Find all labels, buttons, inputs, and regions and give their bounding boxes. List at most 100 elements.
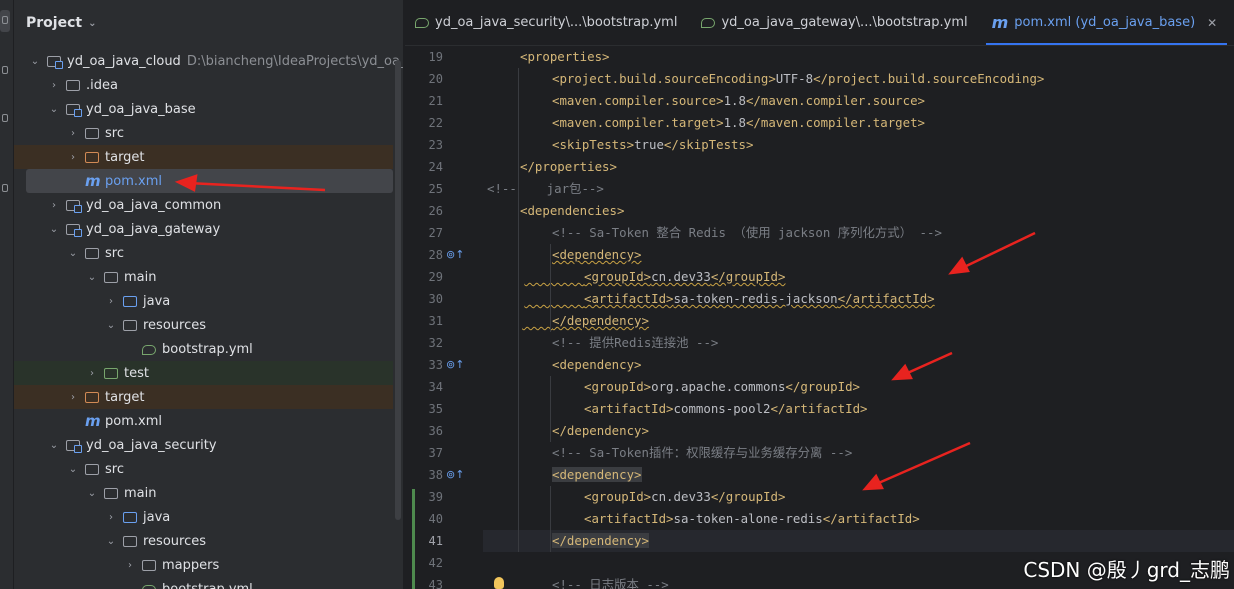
tree-item[interactable]: bootstrap.yml [14,577,393,589]
code-line[interactable]: <dependency> [483,354,1234,376]
code-line[interactable]: <artifactId>sa-token-alone-redis</artifa… [483,508,1234,530]
tree-item[interactable]: › target [14,385,393,409]
tree-item[interactable]: ⌄ src [14,241,393,265]
folder-icon [85,462,101,476]
code-text: UTF-8 [775,71,814,86]
chevron-right-icon[interactable]: › [47,80,61,91]
chevron-right-icon[interactable]: › [47,200,61,211]
chevron-down-icon[interactable]: ⌄ [47,440,61,451]
tree-item[interactable]: ⌄ yd_oa_java_gateway [14,217,393,241]
project-scrollbar[interactable] [395,60,401,520]
test-folder-icon [104,366,120,380]
line-number: 19 [428,50,443,64]
line-number: 33 [428,358,443,372]
code-area[interactable]: <properties> <project.build.sourceEncodin… [483,46,1234,589]
tree-item[interactable]: › java [14,505,393,529]
tree-item[interactable]: m pom.xml [14,409,393,433]
editor-tab[interactable]: yd_oa_java_security\...\bootstrap.yml [405,0,691,45]
editor-tab[interactable]: yd_oa_java_gateway\...\bootstrap.yml [691,0,981,45]
code-line[interactable]: </properties> [483,156,1234,178]
project-tool-button[interactable] [0,10,10,32]
tree-item[interactable]: › src [14,121,393,145]
tree-item[interactable]: › mappers [14,553,393,577]
code-line[interactable]: <artifactId>sa-token-redis-jackson</arti… [483,288,1234,310]
tree-item-text: main [124,485,157,501]
chevron-right-icon[interactable]: › [66,128,80,139]
tree-item[interactable]: › java [14,289,393,313]
code-line[interactable]: <maven.compiler.source>1.8</maven.compil… [483,90,1234,112]
tree-item[interactable]: › .idea [14,73,393,97]
chevron-right-icon[interactable]: › [104,512,118,523]
chevron-down-icon[interactable]: ⌄ [104,536,118,547]
dependency-gutter-icon[interactable]: ⊚↑ [446,468,464,482]
code-line[interactable]: <groupId>org.apache.commons</groupId> [483,376,1234,398]
code-line[interactable]: <artifactId>commons-pool2</artifactId> [483,398,1234,420]
xml-tag: </artifactId> [770,401,868,416]
code-line[interactable]: <dependencies> [483,200,1234,222]
code-text: cn.dev33 [651,269,711,284]
chevron-down-icon[interactable]: ⌄ [66,464,80,475]
more-tools-icon[interactable] [2,184,8,192]
code-line[interactable]: <!-- Sa-Token 整合 Redis （使用 jackson 序列化方式… [483,222,1234,244]
bookmarks-icon[interactable] [2,114,8,122]
chevron-down-icon[interactable]: ⌄ [66,248,80,259]
code-line[interactable]: <groupId>cn.dev33</groupId> [483,486,1234,508]
tree-item-label: main [124,270,156,285]
chevron-down-icon[interactable]: ⌄ [85,272,99,283]
code-line[interactable]: <maven.compiler.target>1.8</maven.compil… [483,112,1234,134]
xml-tag: <groupId> [584,379,652,394]
code-line[interactable]: <!-- 提供Redis连接池 --> [483,332,1234,354]
chevron-right-icon[interactable]: › [123,560,137,571]
structure-icon[interactable] [2,66,8,74]
tree-item[interactable]: bootstrap.yml [14,337,393,361]
code-line[interactable]: <dependency> [483,464,1234,486]
tree-item[interactable]: ⌄ main [14,481,393,505]
yml-icon [701,17,716,28]
code-line[interactable]: </dependency> [483,530,1234,552]
tree-item[interactable]: ⌄ resources [14,529,393,553]
code-line[interactable]: <skipTests>true</skipTests> [483,134,1234,156]
code-line[interactable]: </dependency> [483,420,1234,442]
dependency-gutter-icon[interactable]: ⊚↑ [446,248,464,262]
code-line[interactable]: </dependency> [483,310,1234,332]
tree-item[interactable]: › yd_oa_java_common [14,193,393,217]
tree-item-label: yd_oa_java_cloud D:\biancheng\IdeaProject… [67,54,403,69]
chevron-down-icon[interactable]: ⌄ [47,224,61,235]
tree-item[interactable]: › test [14,361,393,385]
chevron-right-icon[interactable]: › [66,392,80,403]
project-panel-header[interactable]: Project ⌄ [14,0,403,46]
chevron-down-icon[interactable]: ⌄ [104,320,118,331]
close-icon[interactable]: ✕ [1207,16,1217,30]
editor-tab[interactable]: m pom.xml (yd_oa_java_base) ✕ [982,0,1232,45]
tab-label: yd_oa_java_security\...\bootstrap.yml [435,15,678,30]
code-line[interactable]: <groupId>cn.dev33</groupId> [483,266,1234,288]
tree-item[interactable]: ⌄ src [14,457,393,481]
tree-item[interactable]: ⌄ resources [14,313,393,337]
xml-tag: </dependency> [552,423,649,438]
chevron-right-icon[interactable]: › [66,152,80,163]
code-line[interactable]: <project.build.sourceEncoding>UTF-8</pro… [483,68,1234,90]
tree-item-label: bootstrap.yml [162,342,253,357]
xml-tag: </maven.compiler.target> [745,115,926,130]
code-line[interactable]: <dependency> [483,244,1234,266]
code-line[interactable]: <properties> [483,46,1234,68]
tree-item-label: yd_oa_java_security [86,438,217,453]
chevron-down-icon[interactable]: ⌄ [28,56,42,67]
line-number: 31 [428,314,443,328]
code-line[interactable]: <!-- Sa-Token插件：权限缓存与业务缓存分离 --> [483,442,1234,464]
chevron-right-icon[interactable]: › [85,368,99,379]
chevron-right-icon[interactable]: › [104,296,118,307]
tree-item[interactable]: ⌄ yd_oa_java_base [14,97,393,121]
tree-item[interactable]: ⌄ yd_oa_java_cloud D:\biancheng\IdeaProjec… [14,49,403,73]
dependency-gutter-icon[interactable]: ⊚↑ [446,358,464,372]
chevron-down-icon[interactable]: ⌄ [85,488,99,499]
tree-item-label: target [105,390,145,405]
tree-item[interactable]: m pom.xml [26,169,393,193]
tree-item[interactable]: ⌄ main [14,265,393,289]
tab-label: yd_oa_java_gateway\...\bootstrap.yml [721,15,968,30]
chevron-down-icon[interactable]: ⌄ [47,104,61,115]
project-panel: Project ⌄ ⌄ yd_oa_java_cloud D:\biancheng\… [14,0,404,589]
code-line[interactable]: <!-- jar包--> [483,178,1234,200]
tree-item[interactable]: › target [14,145,393,169]
tree-item[interactable]: ⌄ yd_oa_java_security [14,433,393,457]
